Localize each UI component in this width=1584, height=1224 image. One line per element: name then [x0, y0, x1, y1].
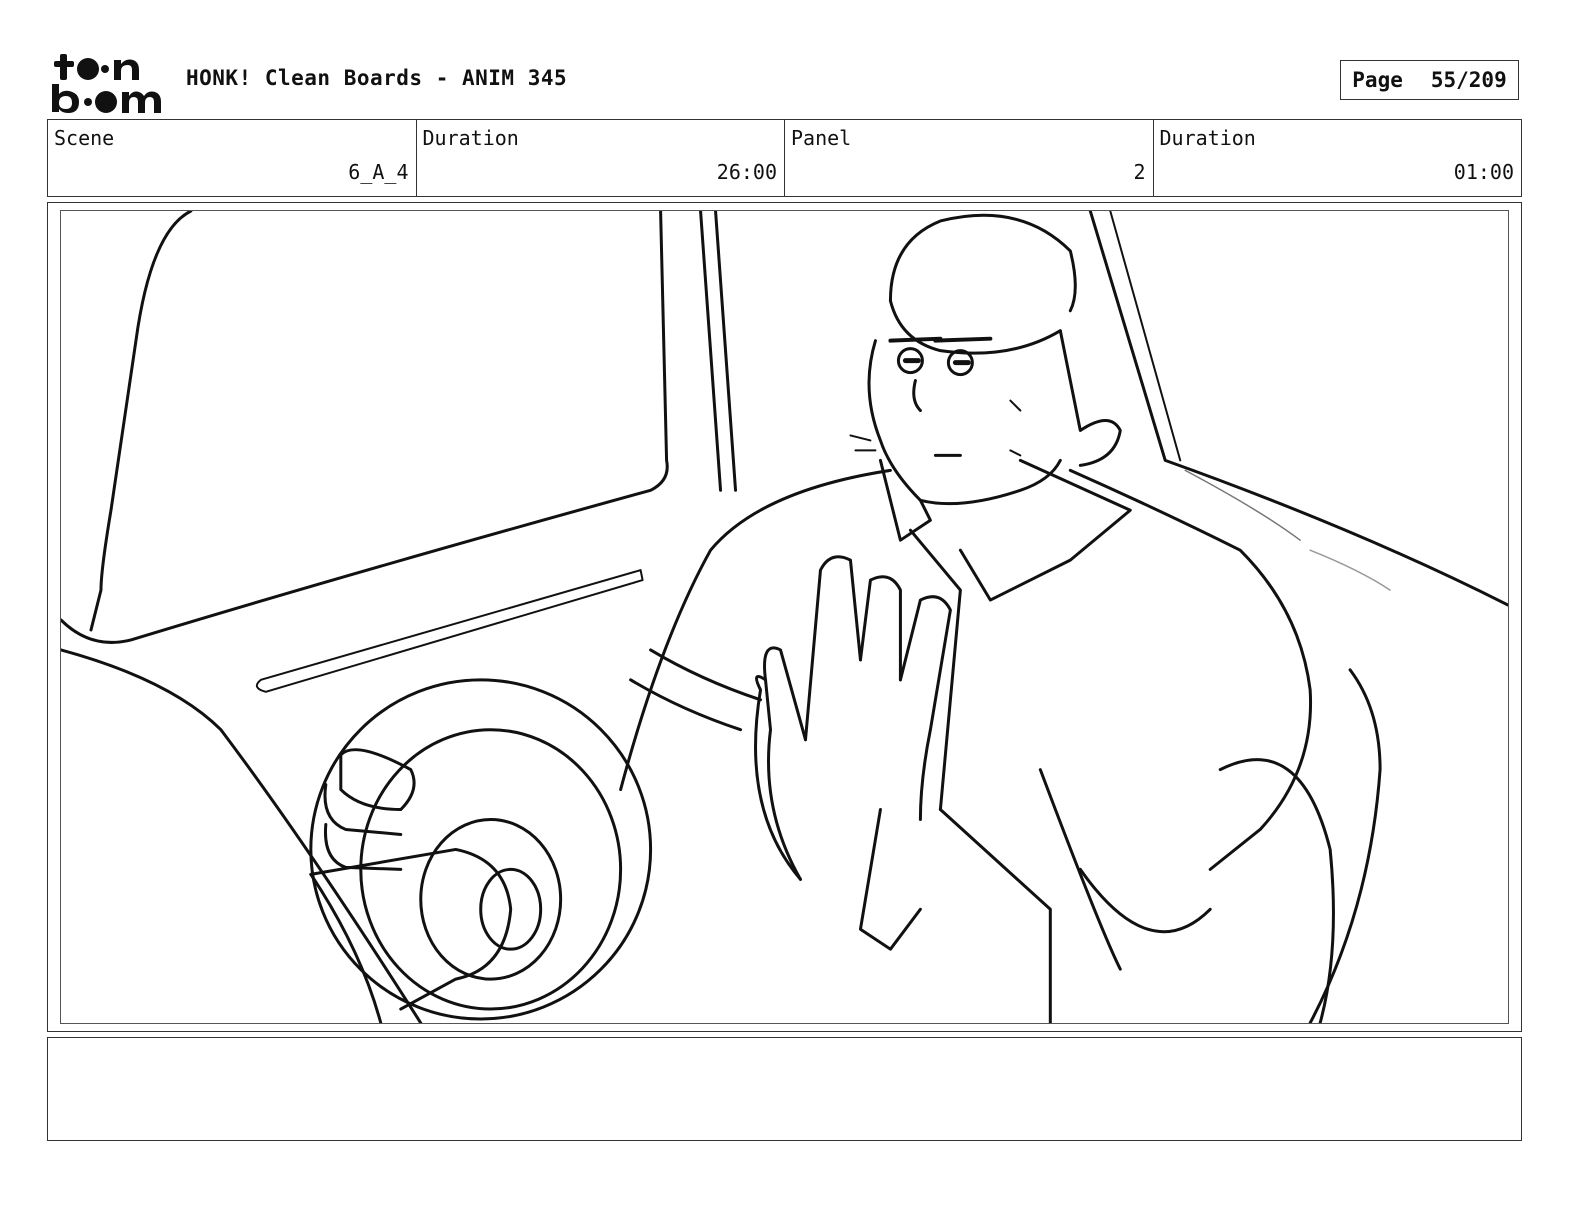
panel-label: Panel: [791, 126, 852, 150]
storyboard-panel: [47, 202, 1522, 1032]
scene-duration-label: Duration: [422, 126, 519, 150]
panel-drawing-frame: [60, 210, 1509, 1024]
scene-cell: Scene 6_A_4: [48, 120, 417, 196]
page-indicator: Page 55/209: [1340, 60, 1519, 100]
scene-label: Scene: [54, 126, 115, 150]
board-title: HONK! Clean Boards - ANIM 345: [186, 66, 568, 90]
panel-notes-area: [47, 1037, 1522, 1141]
panel-value: 2: [1133, 160, 1146, 184]
scene-duration-value: 26:00: [716, 160, 777, 184]
scene-value: 6_A_4: [348, 160, 409, 184]
panel-duration-value: 01:00: [1453, 160, 1514, 184]
scene-info-row: Scene 6_A_4 Duration 26:00 Panel 2 Durat…: [47, 119, 1522, 197]
scene-duration-cell: Duration 26:00: [417, 120, 785, 196]
page-label: Page: [1352, 68, 1403, 92]
toon-boom-logo: [52, 54, 161, 113]
page-number: 55/209: [1430, 68, 1507, 92]
panel-duration-label: Duration: [1159, 126, 1256, 150]
panel-duration-cell: Duration 01:00: [1154, 120, 1522, 196]
panel-cell: Panel 2: [785, 120, 1154, 196]
panel-sketch-illustration: [61, 211, 1508, 1023]
